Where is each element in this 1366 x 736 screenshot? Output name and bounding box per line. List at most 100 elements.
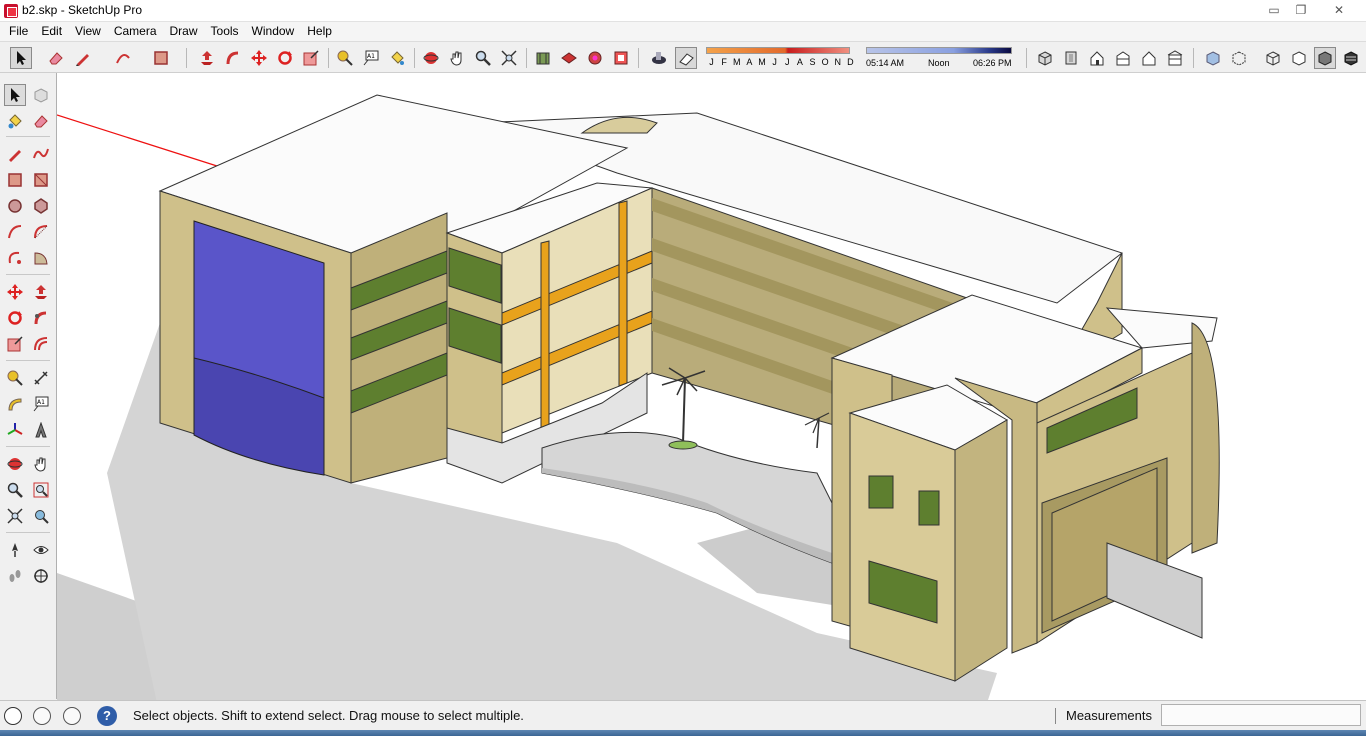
left-3d-text-tool[interactable] bbox=[30, 419, 52, 441]
left-zoom-tool[interactable] bbox=[4, 479, 26, 501]
move-tool-button[interactable] bbox=[248, 47, 270, 69]
back-edges-icon bbox=[1232, 51, 1246, 66]
menu-window[interactable]: Window bbox=[247, 22, 300, 41]
left-rectangle-tool[interactable] bbox=[4, 169, 26, 191]
menu-draw[interactable]: Draw bbox=[165, 22, 203, 41]
eraser-tool-button[interactable] bbox=[45, 47, 67, 69]
3d-warehouse-button[interactable] bbox=[532, 47, 554, 69]
view-front-button[interactable] bbox=[1086, 47, 1108, 69]
menu-camera[interactable]: Camera bbox=[109, 22, 162, 41]
menu-file[interactable]: File bbox=[4, 22, 33, 41]
left-eraser-tool[interactable] bbox=[30, 110, 52, 132]
left-pan-tool[interactable] bbox=[30, 453, 52, 475]
wireframe-icon bbox=[1266, 51, 1280, 66]
left-rotated-rectangle-tool[interactable] bbox=[30, 169, 52, 191]
rectangle-tool-button[interactable] bbox=[150, 47, 172, 69]
pan-tool-button[interactable] bbox=[446, 47, 468, 69]
left-freehand-tool[interactable] bbox=[30, 143, 52, 165]
push-pull-icon bbox=[35, 285, 47, 299]
minimize-button[interactable]: ▭ bbox=[1264, 2, 1284, 18]
left-rotate-tool[interactable] bbox=[4, 307, 26, 329]
left-make-component-tool[interactable] bbox=[30, 84, 52, 106]
shaded-textures-style-button[interactable] bbox=[1340, 47, 1362, 69]
tape-measure-tool-button[interactable] bbox=[334, 47, 356, 69]
orbit-tool-button[interactable] bbox=[420, 47, 442, 69]
view-iso-button[interactable] bbox=[1034, 47, 1056, 69]
left-previous-view-tool[interactable] bbox=[30, 505, 52, 527]
left-tape-measure-tool[interactable] bbox=[4, 367, 26, 389]
line-tool-button[interactable] bbox=[72, 47, 94, 69]
shadow-time-slider[interactable] bbox=[866, 47, 1012, 54]
rotate-icon bbox=[8, 311, 22, 325]
shadows-toggle-button[interactable] bbox=[648, 47, 670, 69]
shadow-date-slider[interactable] bbox=[706, 47, 850, 54]
select-tool-button[interactable] bbox=[10, 47, 32, 69]
text-tool-button[interactable]: A1 bbox=[360, 47, 382, 69]
left-section-plane-tool[interactable] bbox=[30, 565, 52, 587]
left-pie-tool[interactable] bbox=[30, 247, 52, 269]
rotate-icon bbox=[278, 51, 292, 65]
menu-tools[interactable]: Tools bbox=[206, 22, 244, 41]
hidden-line-style-button[interactable] bbox=[1288, 47, 1310, 69]
left-protractor-tool[interactable] bbox=[4, 393, 26, 415]
menu-help[interactable]: Help bbox=[302, 22, 337, 41]
view-back-button[interactable] bbox=[1138, 47, 1160, 69]
left-look-around-tool[interactable] bbox=[30, 539, 52, 561]
scale-tool-button[interactable] bbox=[300, 47, 322, 69]
close-button[interactable]: ✕ bbox=[1329, 2, 1349, 18]
left-select-tool[interactable] bbox=[4, 84, 26, 106]
two-point-arc-icon bbox=[34, 225, 48, 239]
zoom-extents-tool-button[interactable] bbox=[498, 47, 520, 69]
arc-tool-button[interactable] bbox=[112, 47, 134, 69]
left-paint-bucket-tool[interactable] bbox=[4, 110, 26, 132]
left-text-tool[interactable]: A1 bbox=[30, 393, 52, 415]
left-axes-tool[interactable] bbox=[4, 419, 26, 441]
get-models-button[interactable] bbox=[558, 47, 580, 69]
view-top-button[interactable] bbox=[1060, 47, 1082, 69]
month-label: F bbox=[721, 57, 727, 67]
rotate-tool-button[interactable] bbox=[274, 47, 296, 69]
xray-style-button[interactable] bbox=[1202, 47, 1224, 69]
left-circle-tool[interactable] bbox=[4, 195, 26, 217]
menu-view[interactable]: View bbox=[70, 22, 106, 41]
left-arc-tool[interactable] bbox=[4, 221, 26, 243]
left-polygon-tool[interactable] bbox=[30, 195, 52, 217]
help-icon[interactable]: ? bbox=[97, 706, 117, 726]
left-follow-me-tool[interactable] bbox=[30, 307, 52, 329]
shaded-style-button[interactable] bbox=[1314, 47, 1336, 69]
left-move-tool[interactable] bbox=[4, 281, 26, 303]
follow-me-icon bbox=[226, 51, 239, 65]
left-orbit-tool[interactable] bbox=[4, 453, 26, 475]
measurements-input[interactable] bbox=[1161, 704, 1361, 726]
left-offset-tool[interactable] bbox=[30, 333, 52, 355]
send-to-layout-button[interactable] bbox=[610, 47, 632, 69]
follow-me-tool-button[interactable] bbox=[222, 47, 244, 69]
palm-tree-base bbox=[668, 440, 698, 450]
top-view-icon bbox=[1065, 51, 1077, 65]
user-account-icon[interactable] bbox=[63, 707, 81, 725]
left-walk-tool[interactable] bbox=[4, 565, 26, 587]
left-two-point-arc-tool[interactable] bbox=[30, 221, 52, 243]
geolocation-icon[interactable] bbox=[4, 707, 22, 725]
menu-edit[interactable]: Edit bbox=[36, 22, 67, 41]
push-pull-tool-button[interactable] bbox=[196, 47, 218, 69]
fog-toggle-button[interactable] bbox=[675, 47, 697, 69]
model-viewport[interactable] bbox=[57, 73, 1366, 700]
share-model-button[interactable] bbox=[584, 47, 606, 69]
left-zoom-extents-tool[interactable] bbox=[4, 505, 26, 527]
left-scale-tool[interactable] bbox=[4, 333, 26, 355]
wireframe-style-button[interactable] bbox=[1262, 47, 1284, 69]
view-left-button[interactable] bbox=[1164, 47, 1186, 69]
left-push-pull-tool[interactable] bbox=[30, 281, 52, 303]
restore-button[interactable]: ❐ bbox=[1291, 2, 1311, 18]
left-three-point-arc-tool[interactable] bbox=[4, 247, 26, 269]
back-edges-style-button[interactable] bbox=[1228, 47, 1250, 69]
zoom-tool-button[interactable] bbox=[472, 47, 494, 69]
left-dimension-tool[interactable] bbox=[30, 367, 52, 389]
left-position-camera-tool[interactable] bbox=[4, 539, 26, 561]
paint-bucket-tool-button[interactable] bbox=[386, 47, 408, 69]
left-zoom-window-tool[interactable] bbox=[30, 479, 52, 501]
view-right-button[interactable] bbox=[1112, 47, 1134, 69]
left-line-tool[interactable] bbox=[4, 143, 26, 165]
credits-info-icon[interactable] bbox=[33, 707, 51, 725]
